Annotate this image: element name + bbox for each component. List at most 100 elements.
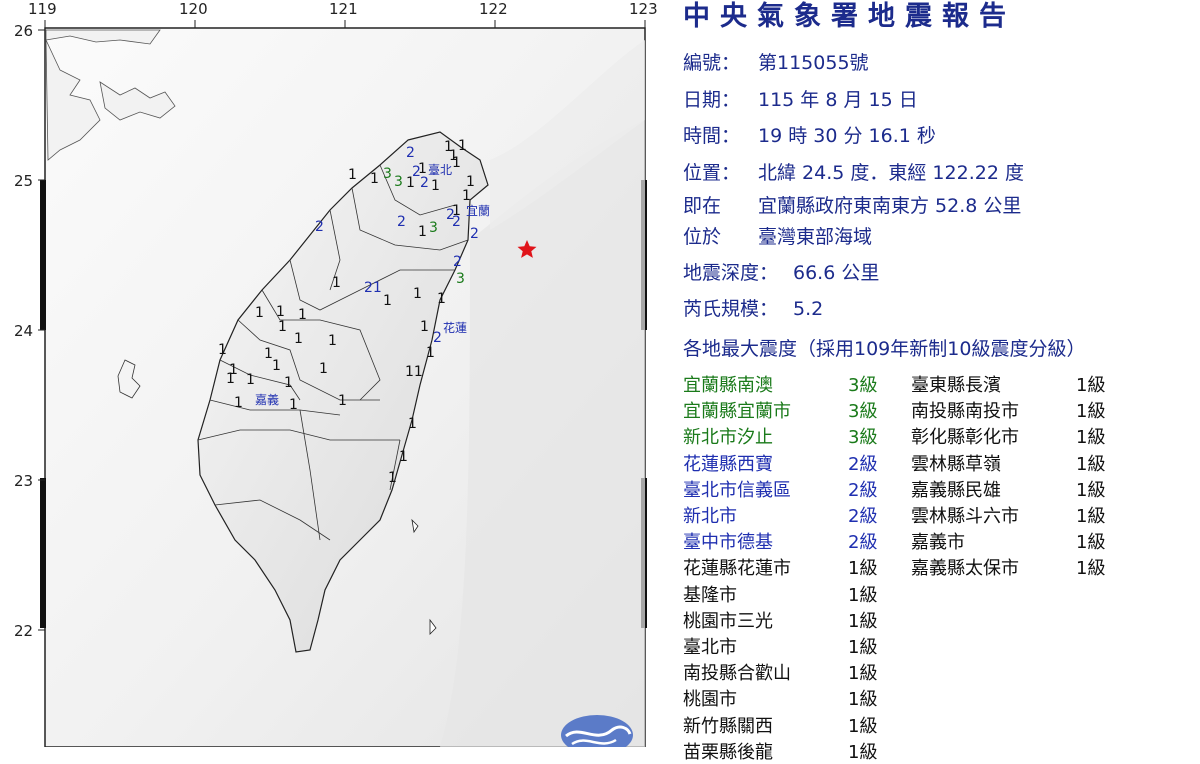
intensity-marker: 1 [383, 293, 392, 309]
intensity-marker: 1 [246, 372, 255, 388]
intensity-row: 花蓮縣西寶 2級 [683, 450, 877, 476]
intensity-row: 嘉義市 1級 [911, 528, 1105, 554]
intensity-level: 1級 [848, 741, 878, 763]
intensity-level: 1級 [1076, 427, 1106, 449]
earthquake-map: 119 120 121 122 123 26 25 24 23 22 臺北 宜蘭… [14, 0, 658, 747]
intensity-marker: 2 [446, 207, 455, 223]
intensity-level: 1級 [1076, 453, 1106, 475]
intensity-location: 新竹縣關西 [683, 715, 773, 737]
intensity-location: 臺北市信義區 [683, 479, 791, 501]
magnitude-value: 5.2 [793, 298, 824, 320]
intensity-row: 基隆市 1級 [683, 581, 877, 607]
intensity-level: 2級 [848, 453, 878, 475]
intensity-row: 南投縣南投市 1級 [911, 397, 1105, 423]
time-value: 19 時 30 分 16.1 秒 [758, 125, 936, 147]
intensity-row: 宜蘭縣南澳 3級 [683, 371, 877, 397]
time-label: 時間： [683, 125, 741, 147]
lat-tick: 24 [14, 322, 33, 340]
city-label: 花蓮 [443, 320, 467, 335]
intensity-row: 宜蘭縣宜蘭市 3級 [683, 397, 877, 423]
intensity-marker: 1 [370, 171, 379, 187]
date-label: 日期： [683, 89, 741, 111]
intensity-marker: 1 [418, 224, 427, 240]
intensity-marker: 2 [315, 219, 324, 235]
report-position-row: 位置： 北緯 24.5 度．東經 122.22 度 [683, 158, 1024, 185]
intensity-level: 3級 [848, 401, 878, 423]
intensity-marker: 11 [405, 364, 423, 380]
lon-tick: 123 [629, 0, 658, 18]
intensity-row: 彰化縣彰化市 1級 [911, 423, 1105, 449]
intensity-marker: 3 [394, 174, 403, 190]
intensity-marker: 1 [272, 358, 281, 374]
lat-tick: 25 [14, 172, 33, 190]
intensity-marker: 1 [399, 449, 408, 465]
intensity-row: 臺東縣長濱 1級 [911, 371, 1105, 397]
lon-tick: 121 [329, 0, 358, 18]
position-label: 位置： [683, 162, 741, 184]
intensity-location: 雲林縣斗六市 [911, 506, 1019, 527]
intensity-level: 1級 [1076, 558, 1106, 580]
intensity-level: 1級 [848, 610, 878, 632]
intensity-row: 雲林縣斗六市 1級 [911, 502, 1105, 528]
lon-tick: 120 [179, 0, 208, 18]
intensity-location: 新北市汐止 [683, 427, 773, 449]
report-title: 中央氣象署地震報告 [683, 1, 1016, 32]
city-label: 臺北 [428, 162, 452, 177]
intensity-marker: 2 [470, 226, 479, 242]
intensity-marker: 1 [388, 470, 397, 486]
intensity-marker: 1 [226, 371, 235, 387]
intensity-marker: 2 [397, 214, 406, 230]
intensity-location: 雲林縣草嶺 [911, 453, 1001, 475]
intensity-row: 嘉義縣民雄 1級 [911, 476, 1105, 502]
intensity-row: 嘉義縣太保市 1級 [911, 554, 1105, 580]
intensity-level: 1級 [848, 663, 878, 685]
intensity-level: 2級 [848, 479, 878, 501]
intensity-row: 新北市 2級 [683, 502, 877, 528]
intensity-marker: 1 [284, 375, 293, 391]
intensity-marker: 1 [408, 416, 417, 432]
intensity-location: 臺北市 [683, 637, 737, 658]
earthquake-report: 中央氣象署地震報告 編號： 第115055號 日期： 115 年 8 月 15 日 … [683, 0, 1193, 763]
intensity-heading: 各地最大震度（採用109年新制10級震度分級） [683, 338, 1086, 360]
number-label: 編號： [683, 52, 741, 74]
intensity-marker: 1 [294, 331, 303, 347]
lon-tick: 122 [479, 0, 508, 18]
intensity-location: 臺中市德基 [683, 532, 773, 554]
intensity-marker: 1 [328, 333, 337, 349]
intensity-marker: 1 [431, 178, 440, 194]
intensity-level: 2級 [848, 532, 878, 554]
intensity-marker: 1 [420, 319, 429, 335]
intensity-marker: 1 [298, 307, 307, 323]
intensity-marker: 3 [429, 220, 438, 236]
intensity-location: 桃園市 [683, 689, 737, 711]
intensity-marker: 2 [406, 145, 415, 161]
intensity-level: 3級 [848, 375, 878, 396]
intensity-level: 1級 [1076, 401, 1106, 423]
report-depth-row: 地震深度： 66.6 公里 [683, 258, 879, 285]
relative-value: 宜蘭縣政府東南東方 52.8 公里 [758, 195, 1022, 217]
report-magnitude-row: 芮氏規模： 5.2 [683, 294, 823, 321]
intensity-level: 3級 [848, 427, 878, 449]
intensity-location: 宜蘭縣宜蘭市 [683, 401, 791, 423]
intensity-location: 花蓮縣西寶 [683, 453, 773, 475]
report-date-row: 日期： 115 年 8 月 15 日 [683, 85, 918, 112]
intensity-marker: 1 [338, 393, 347, 409]
intensity-location: 宜蘭縣南澳 [683, 375, 773, 396]
intensity-level: 1級 [848, 637, 878, 658]
intensity-row: 臺北市信義區 2級 [683, 476, 877, 502]
intensity-location: 基隆市 [683, 584, 737, 606]
report-relative-row: 即在 宜蘭縣政府東南東方 52.8 公里 [683, 191, 1021, 218]
intensity-marker: 1 [426, 345, 435, 361]
intensity-marker: 1 [413, 286, 422, 302]
intensity-location: 桃園市三光 [683, 610, 773, 632]
intensity-location: 花蓮縣花蓮市 [683, 558, 791, 580]
intensity-marker: 1 [255, 305, 264, 321]
intensity-level: 1級 [848, 715, 878, 737]
intensity-level: 1級 [848, 689, 878, 711]
lat-tick: 22 [14, 622, 33, 640]
intensity-marker: 1 [449, 148, 458, 164]
intensity-row: 新北市汐止 3級 [683, 423, 877, 449]
intensity-marker: 1 [348, 167, 357, 183]
intensity-level: 1級 [1076, 375, 1106, 396]
intensity-location: 彰化縣彰化市 [911, 427, 1019, 449]
